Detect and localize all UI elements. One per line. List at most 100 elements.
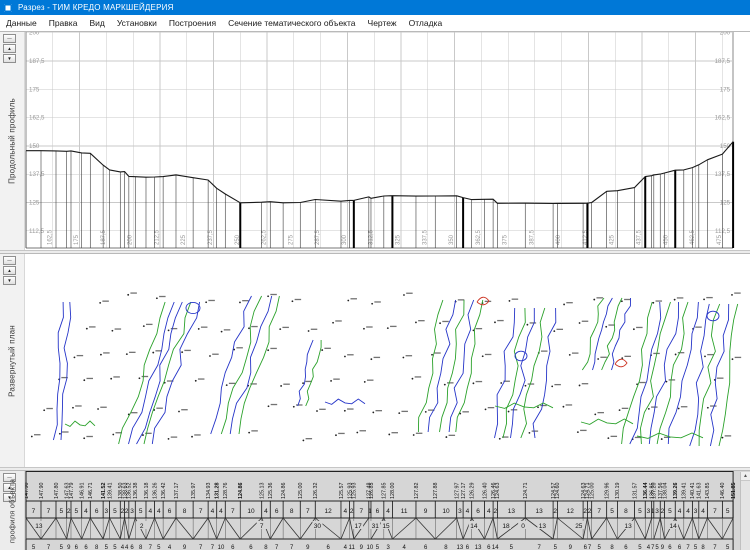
svg-text:4: 4	[211, 508, 215, 515]
svg-text:2: 2	[140, 523, 144, 530]
svg-text:3: 3	[130, 508, 134, 515]
svg-text:126.32: 126.32	[313, 483, 319, 500]
svg-text:126.85: 126.85	[369, 483, 375, 500]
svg-text:10: 10	[218, 545, 225, 550]
svg-text:125.00: 125.00	[298, 483, 304, 500]
svg-text:387,5: 387,5	[529, 229, 535, 245]
svg-text:10: 10	[247, 508, 255, 515]
svg-text:13: 13	[475, 545, 482, 550]
svg-text:139.41: 139.41	[682, 483, 688, 500]
svg-text:17: 17	[355, 523, 363, 530]
title-bar: Разрез - ТИМ КРЕДО МАРКШЕЙДЕРИЯ	[0, 0, 750, 15]
svg-text:200: 200	[29, 32, 40, 37]
svg-text:3: 3	[655, 508, 659, 515]
svg-text:2: 2	[553, 508, 557, 515]
menu-item-6[interactable]: Сечение тематического объекта	[222, 18, 361, 28]
svg-text:12: 12	[325, 508, 333, 515]
svg-text:131.28: 131.28	[215, 483, 221, 500]
svg-text:124.86: 124.86	[281, 483, 287, 500]
menu-item-2[interactable]: Правка	[43, 18, 84, 28]
object-profile-table[interactable]: 147.90147.90147.80147.63147.79146.91146.…	[25, 471, 740, 550]
svg-text:134.93: 134.93	[206, 483, 212, 500]
svg-text:147.80: 147.80	[54, 483, 60, 500]
svg-text:7: 7	[32, 508, 36, 515]
svg-text:312,5: 312,5	[369, 229, 375, 245]
svg-text:136.18: 136.18	[144, 483, 150, 500]
svg-text:175: 175	[29, 86, 40, 93]
svg-text:4: 4	[219, 508, 223, 515]
svg-text:127.82: 127.82	[414, 483, 420, 500]
svg-text:6: 6	[168, 508, 172, 515]
svg-text:141.52: 141.52	[101, 483, 107, 500]
svg-text:7: 7	[260, 523, 264, 530]
svg-text:13: 13	[539, 523, 547, 530]
svg-text:10: 10	[367, 545, 374, 550]
svg-text:127.97: 127.97	[454, 483, 460, 500]
svg-text:146.71: 146.71	[88, 483, 94, 500]
panel-title-table: профиля объекта	[8, 478, 17, 542]
svg-text:425: 425	[610, 234, 616, 245]
profile-line	[26, 142, 733, 204]
svg-text:187,5: 187,5	[101, 229, 107, 245]
svg-text:137.20: 137.20	[652, 483, 658, 500]
svg-text:150: 150	[29, 143, 40, 150]
app-window: Разрез - ТИМ КРЕДО МАРКШЕЙДЕРИЯ ДанныеПр…	[0, 0, 750, 550]
svg-text:13: 13	[508, 508, 516, 515]
svg-text:4: 4	[686, 508, 690, 515]
profile-chart[interactable]: 200200187,5187,5175175162,5162,515015013…	[25, 32, 750, 251]
svg-text:138.04: 138.04	[662, 483, 668, 500]
contour-lines	[53, 296, 737, 446]
move-panel-up-button[interactable]: ▲	[3, 266, 16, 275]
svg-text:127.88: 127.88	[433, 483, 439, 500]
svg-text:1: 1	[368, 508, 372, 515]
svg-text:124.60: 124.60	[555, 483, 561, 500]
svg-text:7: 7	[47, 508, 51, 515]
menu-item-8[interactable]: Отладка	[403, 18, 449, 28]
menu-item-7[interactable]: Чертеж	[362, 18, 403, 28]
table-scrollbar[interactable]: ▲	[740, 472, 750, 550]
svg-text:8: 8	[290, 508, 294, 515]
svg-text:7: 7	[597, 508, 601, 515]
svg-text:126.29: 126.29	[469, 483, 475, 500]
menu-item-5[interactable]: Построения	[163, 18, 222, 28]
svg-text:5: 5	[726, 508, 730, 515]
svg-text:3: 3	[694, 508, 698, 515]
collapse-panel-button[interactable]: —	[3, 256, 16, 265]
svg-text:3: 3	[458, 508, 462, 515]
collapse-panel-button[interactable]: —	[3, 34, 16, 43]
svg-text:7: 7	[360, 508, 364, 515]
app-icon	[4, 4, 12, 12]
plan-panel-sidebar: — ▲ ▼ Развернутый план	[0, 254, 25, 467]
panel-title-plan: Развернутый план	[8, 325, 17, 397]
plan-view[interactable]	[25, 254, 750, 468]
svg-text:4: 4	[386, 508, 390, 515]
svg-text:437,5: 437,5	[637, 229, 643, 245]
svg-text:8: 8	[183, 508, 187, 515]
svg-text:15: 15	[382, 523, 390, 530]
svg-text:4: 4	[487, 508, 491, 515]
move-panel-down-button[interactable]: ▼	[3, 54, 16, 63]
scroll-up-icon[interactable]: ▲	[741, 472, 750, 481]
svg-text:3: 3	[105, 508, 109, 515]
svg-text:136.42: 136.42	[161, 483, 167, 500]
svg-text:375: 375	[503, 234, 509, 245]
menu-item-3[interactable]: Вид	[83, 18, 110, 28]
grid	[26, 32, 733, 248]
move-panel-up-button[interactable]: ▲	[3, 44, 16, 53]
svg-text:4: 4	[343, 508, 347, 515]
svg-text:147.90: 147.90	[39, 483, 45, 500]
svg-text:400: 400	[556, 234, 562, 245]
move-panel-down-button[interactable]: ▼	[3, 276, 16, 285]
svg-text:30: 30	[314, 523, 322, 530]
menu-item-1[interactable]: Данные	[0, 18, 43, 28]
svg-text:325: 325	[395, 234, 401, 245]
svg-text:2: 2	[661, 508, 665, 515]
svg-text:124.86: 124.86	[238, 483, 244, 500]
svg-text:11: 11	[401, 508, 408, 515]
panel-title-profile: Продольный профиль	[8, 98, 17, 184]
svg-text:5: 5	[139, 508, 143, 515]
svg-text:139.26: 139.26	[673, 483, 679, 500]
menu-item-4[interactable]: Установки	[111, 18, 163, 28]
svg-text:127.85: 127.85	[382, 483, 388, 500]
svg-text:10: 10	[442, 508, 450, 515]
